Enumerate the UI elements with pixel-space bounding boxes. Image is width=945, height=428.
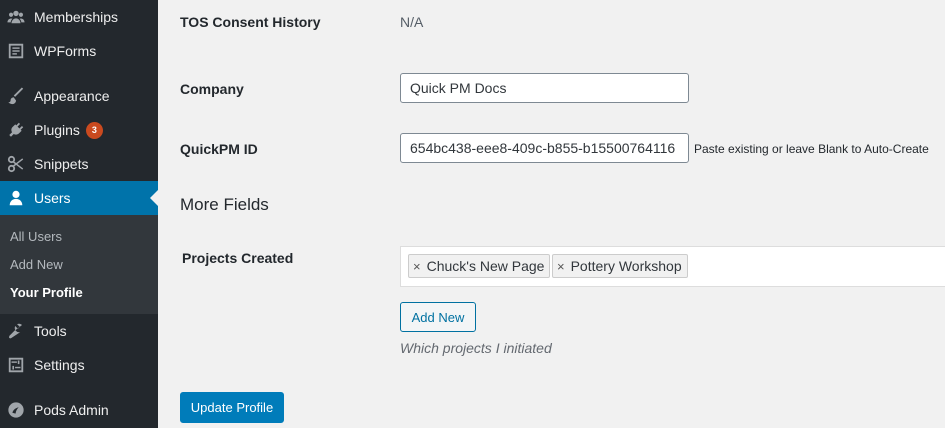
project-tag-label: Pottery Workshop (570, 258, 682, 274)
menu-plugins[interactable]: Plugins 3 (0, 113, 158, 147)
settings-icon (6, 355, 26, 375)
quickpm-id-input[interactable] (400, 133, 689, 163)
quickpm-id-description: Paste existing or leave Blank to Auto-Cr… (694, 142, 929, 156)
company-label: Company (180, 81, 244, 97)
projects-description: Which projects I initiated (400, 340, 552, 356)
menu-users-label: Users (34, 190, 71, 206)
groups-icon (6, 7, 26, 27)
submenu-add-new[interactable]: Add New (10, 257, 63, 272)
user-icon (6, 188, 26, 208)
admin-sidebar: Memberships WPForms Appearance Plugins 3… (0, 0, 158, 428)
menu-settings-label: Settings (34, 357, 85, 373)
users-submenu: All Users Add New Your Profile (0, 215, 158, 314)
submenu-your-profile[interactable]: Your Profile (10, 285, 83, 300)
menu-memberships[interactable]: Memberships (0, 0, 158, 34)
menu-wpforms[interactable]: WPForms (0, 34, 158, 68)
menu-settings[interactable]: Settings (0, 348, 158, 382)
projects-tag-select[interactable]: × Chuck's New Page × Pottery Workshop (400, 246, 945, 287)
wpforms-icon (6, 41, 26, 61)
submenu-all-users[interactable]: All Users (10, 229, 62, 244)
menu-pods-admin-label: Pods Admin (34, 402, 109, 418)
company-input[interactable] (400, 73, 689, 103)
update-count-badge: 3 (85, 121, 103, 139)
add-new-project-button[interactable]: Add New (400, 302, 476, 332)
menu-appearance[interactable]: Appearance (0, 79, 158, 113)
update-profile-button[interactable]: Update Profile (180, 392, 284, 423)
more-fields-heading: More Fields (180, 195, 269, 214)
quickpm-id-label: QuickPM ID (180, 141, 258, 157)
menu-users[interactable]: Users (0, 181, 158, 215)
remove-tag-icon[interactable]: × (557, 259, 565, 274)
menu-tools[interactable]: Tools (0, 314, 158, 348)
tos-consent-value: N/A (400, 14, 424, 30)
menu-plugins-label: Plugins (34, 122, 80, 138)
menu-snippets[interactable]: Snippets (0, 147, 158, 181)
menu-pods-admin[interactable]: Pods Admin (0, 393, 158, 427)
project-tag: × Chuck's New Page (408, 254, 551, 278)
pods-icon (6, 400, 26, 420)
menu-snippets-label: Snippets (34, 156, 89, 172)
paintbrush-icon (6, 86, 26, 106)
menu-wpforms-label: WPForms (34, 43, 97, 59)
tos-consent-label: TOS Consent History (180, 14, 321, 30)
project-tag: × Pottery Workshop (552, 254, 688, 278)
menu-appearance-label: Appearance (34, 88, 110, 104)
plugin-icon (6, 120, 26, 140)
remove-tag-icon[interactable]: × (413, 259, 421, 274)
projects-created-label: Projects Created (182, 250, 294, 266)
scissors-icon (6, 154, 26, 174)
wrench-icon (6, 321, 26, 341)
project-tag-label: Chuck's New Page (426, 258, 545, 274)
menu-tools-label: Tools (34, 323, 67, 339)
menu-memberships-label: Memberships (34, 9, 119, 25)
